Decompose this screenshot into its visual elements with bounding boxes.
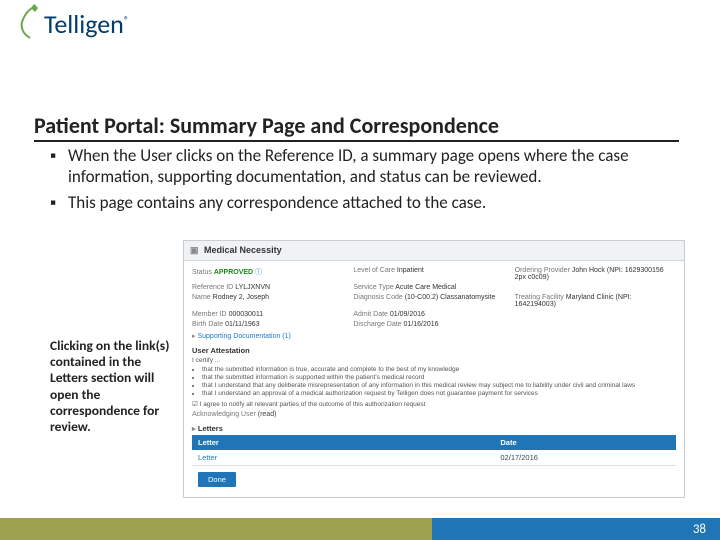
bullet-2: This page contains any correspondence at… xyxy=(68,192,486,213)
page-number: 38 xyxy=(693,522,706,537)
bullet-1: When the User clicks on the Reference ID… xyxy=(68,145,680,188)
panel-title: Medical Necessity xyxy=(204,245,282,255)
side-note: Clicking on the link(s) contained in the… xyxy=(50,338,170,435)
letter-date: 02/17/2016 xyxy=(494,450,544,465)
letters-table-row: Letter 02/17/2016 xyxy=(192,450,676,466)
status-value: APPROVED xyxy=(214,269,253,276)
done-button[interactable]: Done xyxy=(198,472,236,487)
letters-heading: Letters xyxy=(198,424,223,433)
expand-icon: ▸ xyxy=(192,424,196,433)
user-attestation-heading: User Attestation xyxy=(192,346,676,355)
attestation-list: that the submitted information is true, … xyxy=(202,366,676,397)
checkbox-icon: ☑ xyxy=(192,401,198,408)
expand-icon: ▸ xyxy=(192,333,196,340)
logo-reg: ® xyxy=(124,13,129,26)
info-icon: ⓘ xyxy=(255,269,262,276)
footer-bar xyxy=(0,518,720,540)
slide-title: Patient Portal: Summary Page and Corresp… xyxy=(34,112,679,142)
supporting-doc-link[interactable]: Supporting Documentation (1) xyxy=(197,333,290,340)
embedded-screenshot: ▣ Medical Necessity Status APPROVED ⓘ Le… xyxy=(183,240,685,498)
bullet-list: ▪When the User clicks on the Reference I… xyxy=(50,145,680,217)
collapse-icon: ▣ xyxy=(190,245,199,255)
telligen-logo: Telligen® xyxy=(20,8,129,40)
letter-link[interactable]: Letter xyxy=(198,453,217,462)
panel-header: ▣ Medical Necessity xyxy=(184,241,684,261)
letters-table-header: Letter Date xyxy=(192,435,676,450)
